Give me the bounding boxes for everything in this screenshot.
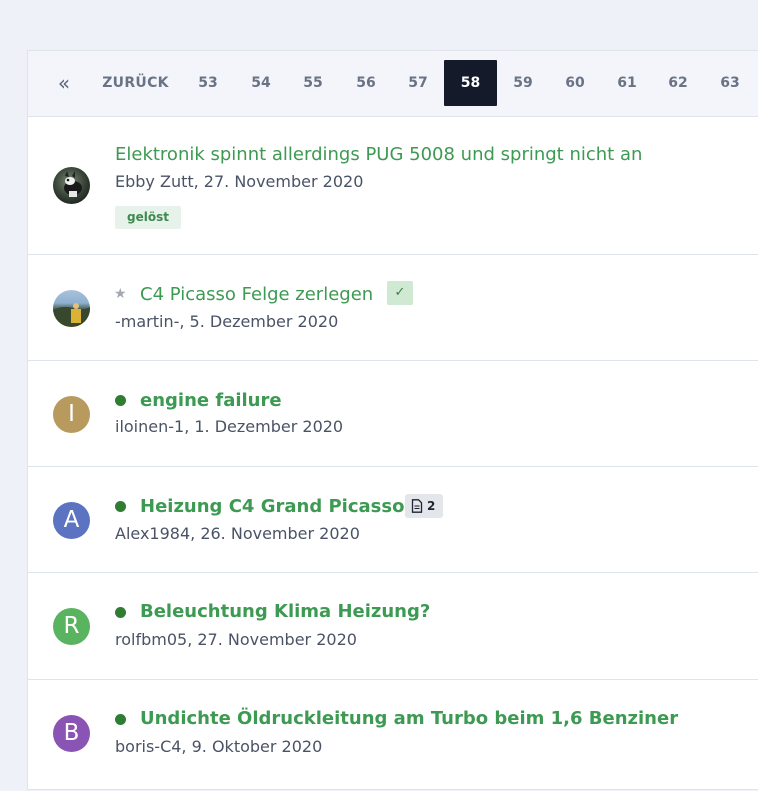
star-icon: ★: [114, 286, 127, 302]
landscape-photo-icon: [53, 303, 90, 327]
page-53-button[interactable]: 53: [188, 60, 228, 106]
page-60-button[interactable]: 60: [555, 60, 595, 106]
thread-row: Elektronik spinnt allerdings PUG 5008 un…: [28, 116, 758, 255]
thread-row: R Beleuchtung Klima Heizung? rolfbm05, 2…: [28, 573, 758, 680]
avatar-letter[interactable]: I: [53, 396, 90, 433]
thread-list-panel: « ZURÜCK 53 54 55 56 57 58 59 60 61 62 6…: [27, 50, 758, 790]
thread-row: A Heizung C4 Grand Picasso 2 Alex1984, 2…: [28, 467, 758, 573]
thread-author-date[interactable]: iloinen-1, 1. Dezember 2020: [115, 417, 343, 436]
thread-title-link[interactable]: Elektronik spinnt allerdings PUG 5008 un…: [115, 144, 642, 165]
document-icon: [411, 499, 423, 513]
avatar-letter[interactable]: B: [53, 715, 90, 752]
thread-title-link[interactable]: Undichte Öldruckleitung am Turbo beim 1,…: [140, 708, 678, 729]
thread-title-link[interactable]: Beleuchtung Klima Heizung?: [140, 601, 430, 622]
status-tag-solved[interactable]: gelöst: [115, 206, 181, 229]
thread-author-date[interactable]: -martin-, 5. Dezember 2020: [115, 312, 338, 331]
unread-dot-icon: [115, 395, 126, 406]
previous-page-button[interactable]: ZURÜCK: [98, 60, 173, 106]
first-page-button[interactable]: «: [46, 60, 82, 106]
unread-dot-icon: [115, 501, 126, 512]
unread-dot-icon: [115, 714, 126, 725]
thread-author-date[interactable]: Ebby Zutt, 27. November 2020: [115, 172, 363, 191]
dog-photo-icon: [64, 171, 82, 197]
page-56-button[interactable]: 56: [346, 60, 386, 106]
avatar-letter[interactable]: A: [53, 502, 90, 539]
avatar-letter[interactable]: R: [53, 608, 90, 645]
thread-author-date[interactable]: Alex1984, 26. November 2020: [115, 524, 360, 543]
double-chevron-left-icon: «: [57, 71, 71, 95]
page-63-button[interactable]: 63: [710, 60, 750, 106]
thread-row: ★ C4 Picasso Felge zerlegen ✓ -martin-, …: [28, 255, 758, 361]
page-58-button-current[interactable]: 58: [444, 60, 497, 106]
thread-title-link[interactable]: C4 Picasso Felge zerlegen: [140, 284, 373, 305]
attachment-count: 2: [427, 499, 436, 513]
thread-row: B Undichte Öldruckleitung am Turbo beim …: [28, 680, 758, 791]
page-55-button[interactable]: 55: [293, 60, 333, 106]
avatar[interactable]: [53, 290, 90, 327]
thread-author-date[interactable]: rolfbm05, 27. November 2020: [115, 630, 357, 649]
page-59-button[interactable]: 59: [503, 60, 543, 106]
pagination: « ZURÜCK 53 54 55 56 57 58 59 60 61 62 6…: [28, 51, 758, 117]
page-54-button[interactable]: 54: [241, 60, 281, 106]
thread-title-link[interactable]: engine failure: [140, 390, 282, 411]
thread-row: I engine failure iloinen-1, 1. Dezember …: [28, 361, 758, 467]
check-icon: ✓: [387, 281, 413, 305]
thread-author-date[interactable]: boris-C4, 9. Oktober 2020: [115, 737, 322, 756]
avatar[interactable]: [53, 167, 90, 204]
page-62-button[interactable]: 62: [658, 60, 698, 106]
page-57-button[interactable]: 57: [398, 60, 438, 106]
attachment-count-badge: 2: [405, 494, 444, 518]
page-61-button[interactable]: 61: [607, 60, 647, 106]
thread-title-link[interactable]: Heizung C4 Grand Picasso: [140, 496, 404, 517]
unread-dot-icon: [115, 607, 126, 618]
